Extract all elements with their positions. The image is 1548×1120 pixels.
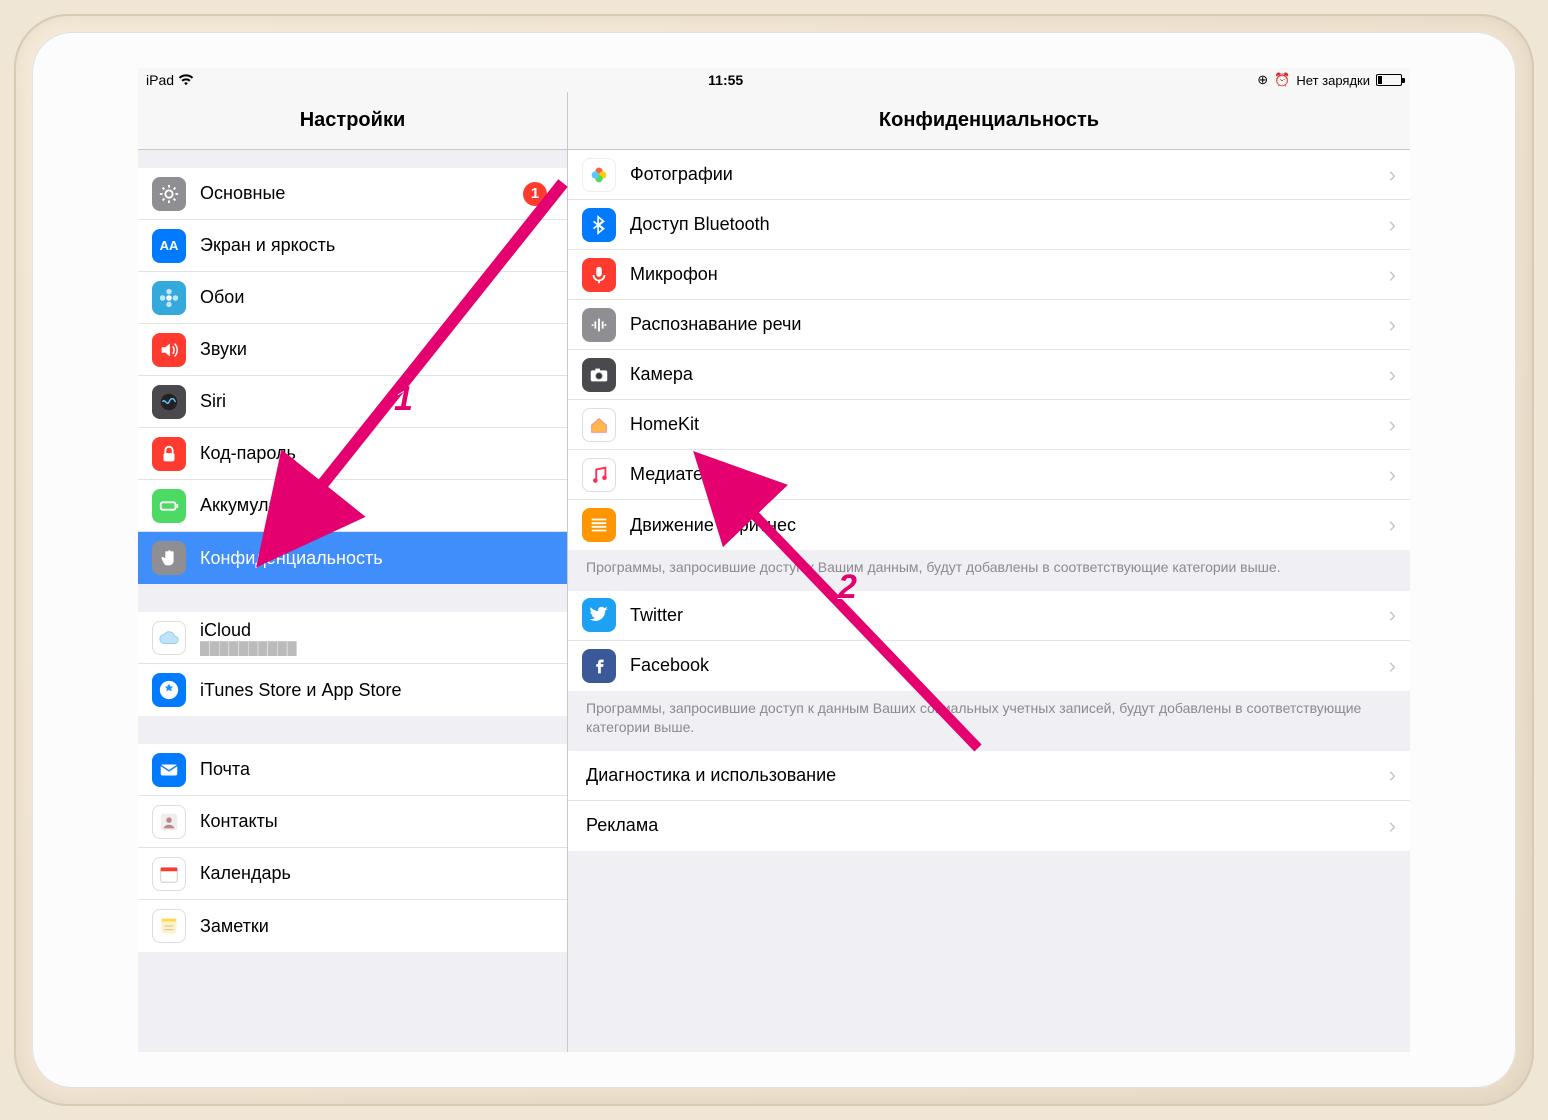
device-frame: iPad 11:55 ⊕ ⏰ Нет зарядки Настройки: [14, 14, 1534, 1106]
screen: iPad 11:55 ⊕ ⏰ Нет зарядки Настройки: [138, 68, 1410, 1052]
annotation-overlay: [138, 68, 1410, 1052]
device-bezel: iPad 11:55 ⊕ ⏰ Нет зарядки Настройки: [32, 32, 1516, 1088]
